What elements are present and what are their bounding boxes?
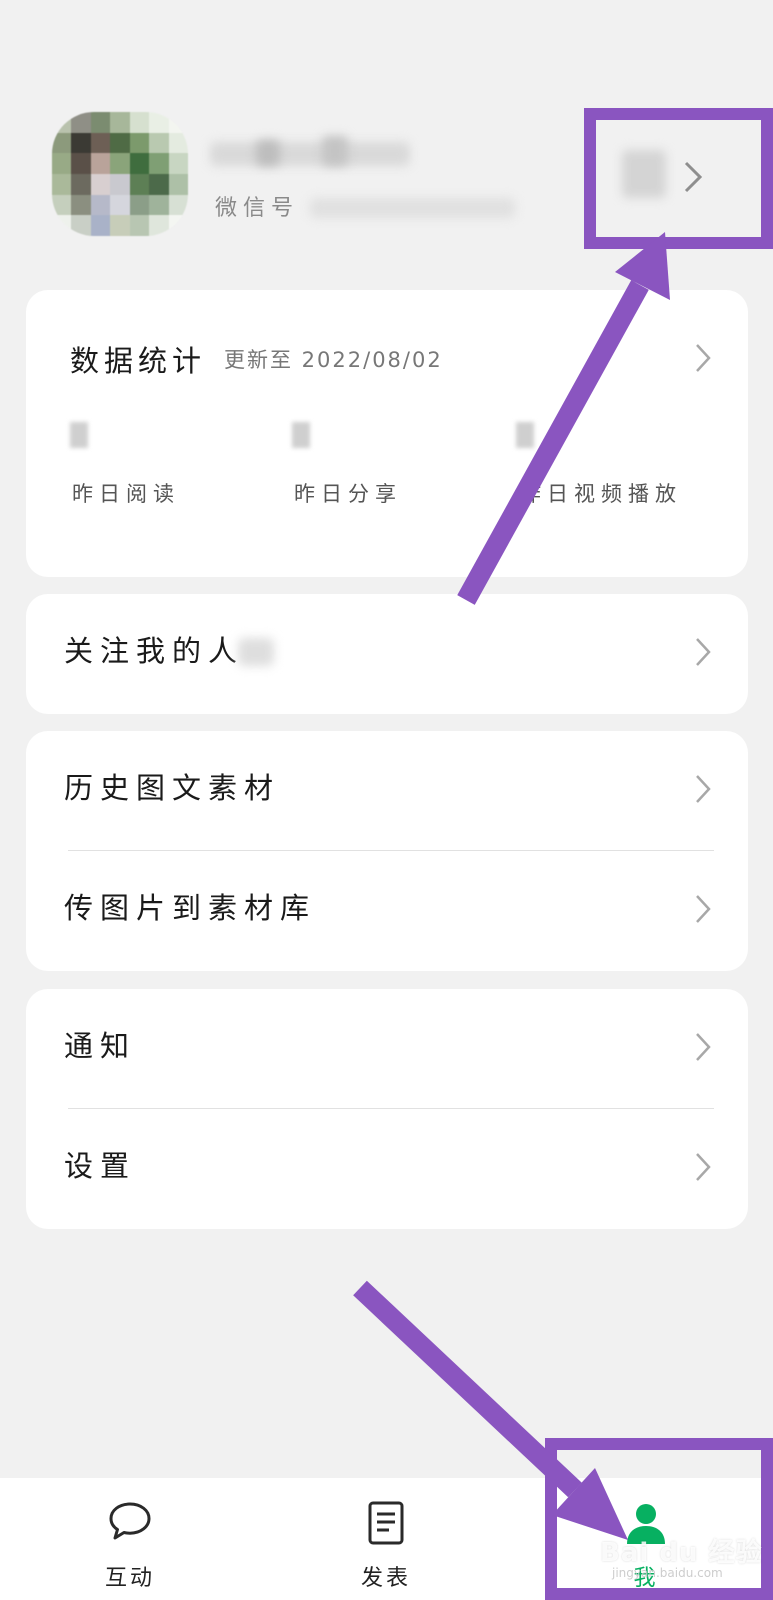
chevron-right-icon — [696, 895, 711, 923]
nickname-blurred-dark — [256, 140, 280, 166]
menu-item-history-materials[interactable]: 历史图文素材 — [26, 731, 748, 847]
qr-code-icon[interactable] — [622, 150, 666, 198]
follower-count-blurred — [238, 638, 274, 666]
followers-label: 关注我的人 — [64, 634, 245, 668]
upload-images-label: 传图片到素材库 — [64, 891, 317, 925]
stat-value-blurred — [292, 422, 310, 448]
tab-interact[interactable]: 互动 — [60, 1478, 200, 1600]
stat-value-blurred — [516, 422, 534, 448]
stat-yesterday-shares: 昨日分享 — [294, 482, 402, 506]
tab-publish[interactable]: 发表 — [316, 1478, 456, 1600]
chat-bubble-icon — [109, 1502, 151, 1540]
stats-card[interactable]: 数据统计 更新至 2022/08/02 昨日阅读 昨日分享 昨日视频播放 — [26, 290, 748, 577]
profile-header[interactable]: 微信号 — [0, 0, 773, 280]
menu-item-notifications[interactable]: 通知 — [26, 989, 748, 1105]
nickname-blurred — [210, 142, 410, 166]
stat-yesterday-reads: 昨日阅读 — [72, 482, 180, 506]
watermark-url: jingyan.baidu.com — [612, 1566, 723, 1580]
menu-item-followers[interactable]: 关注我的人 — [26, 594, 748, 710]
menu-item-settings[interactable]: 设置 — [26, 1109, 748, 1225]
notifications-label: 通知 — [64, 1029, 137, 1063]
settings-label: 设置 — [64, 1149, 137, 1183]
chevron-right-icon — [696, 1033, 711, 1061]
materials-card[interactable]: 历史图文素材 传图片到素材库 — [26, 731, 748, 971]
avatar[interactable] — [52, 112, 188, 236]
history-materials-label: 历史图文素材 — [64, 771, 281, 805]
tab-label: 发表 — [360, 1566, 411, 1591]
wechat-id-blurred — [310, 198, 515, 218]
stats-updated-date: 更新至 2022/08/02 — [224, 348, 443, 372]
annotation-arrow-down — [353, 1280, 582, 1498]
chevron-right-icon — [696, 638, 711, 666]
chevron-right-icon[interactable] — [682, 160, 704, 194]
stat-yesterday-video-plays: 昨日视频播放 — [520, 482, 682, 506]
stats-title: 数据统计 — [70, 344, 207, 378]
chevron-right-icon — [696, 775, 711, 803]
system-card[interactable]: 通知 设置 — [26, 989, 748, 1229]
document-icon — [368, 1501, 404, 1545]
chevron-right-icon — [696, 344, 711, 372]
menu-item-upload-images[interactable]: 传图片到素材库 — [26, 851, 748, 967]
wechat-id-label: 微信号 — [215, 196, 300, 221]
nickname-blurred-dark — [322, 136, 348, 166]
stat-value-blurred — [70, 422, 88, 448]
tab-label: 互动 — [104, 1566, 155, 1591]
followers-card[interactable]: 关注我的人 — [26, 594, 748, 714]
watermark-text: Bai du 经验 — [600, 1538, 763, 1568]
chevron-right-icon — [696, 1153, 711, 1181]
